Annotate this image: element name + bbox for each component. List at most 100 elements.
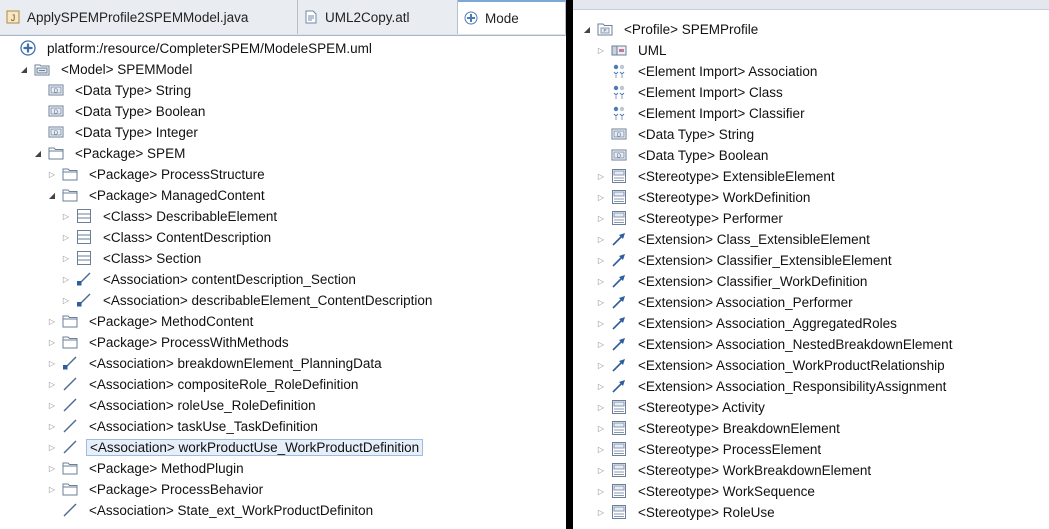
tree-row[interactable]: ◢ <Package> SPEM bbox=[32, 143, 188, 163]
tree-row[interactable]: ▷ <Class> Section bbox=[60, 248, 204, 268]
tree-row[interactable]: <Element Import> Class bbox=[595, 82, 786, 102]
tree-row[interactable]: ◢ <Package> ManagedContent bbox=[46, 185, 268, 205]
tree-row[interactable]: ▷ <Association> roleUse_RoleDefinition bbox=[46, 395, 319, 415]
collapse-arrow-icon[interactable]: ▷ bbox=[60, 290, 72, 310]
expand-arrow-icon[interactable]: ◢ bbox=[46, 185, 58, 205]
collapse-arrow-icon[interactable]: ▷ bbox=[60, 227, 72, 247]
tree-row[interactable]: ▷ <Extension> Class_ExtensibleElement bbox=[595, 229, 873, 249]
collapse-arrow-icon[interactable]: ▷ bbox=[595, 355, 607, 375]
tree-row[interactable]: platform:/resource/CompleterSPEM/ModeleS… bbox=[4, 38, 375, 58]
collapse-arrow-icon[interactable]: ▷ bbox=[595, 250, 607, 270]
collapse-arrow-icon[interactable]: ▷ bbox=[595, 208, 607, 228]
collapse-arrow-icon[interactable]: ▷ bbox=[595, 187, 607, 207]
collapse-arrow-icon[interactable]: ▷ bbox=[46, 353, 58, 373]
profile-explorer-panel: ◢ P <Profile> SPEMProfile ▷ UML <Element Impo… bbox=[573, 0, 1049, 529]
tree-row[interactable]: ▷ <Extension> Classifier_ExtensibleElemen… bbox=[595, 250, 895, 270]
collapse-arrow-icon[interactable]: ▷ bbox=[46, 416, 58, 436]
class-icon bbox=[76, 229, 92, 245]
tree-row[interactable]: ▷ <Extension> Association_NestedBreakdown… bbox=[595, 334, 955, 354]
tab-label: ApplySPEMProfile2SPEMModel.java bbox=[27, 9, 249, 25]
tree-row[interactable]: D <Data Type> String bbox=[32, 80, 194, 100]
tree-row[interactable]: ▷ <Package> ProcessBehavior bbox=[46, 479, 266, 499]
tree-row[interactable]: ▷ <Extension> Association_WorkProductRela… bbox=[595, 355, 948, 375]
collapse-arrow-icon[interactable]: ▷ bbox=[60, 248, 72, 268]
collapse-arrow-icon[interactable]: ▷ bbox=[46, 332, 58, 352]
tree-row[interactable]: ▷ <Association> contentDescription_Sectio… bbox=[60, 269, 359, 289]
expand-arrow-icon[interactable]: ◢ bbox=[581, 19, 593, 39]
collapse-arrow-icon[interactable]: ▷ bbox=[595, 376, 607, 396]
tree-row[interactable]: ◢ <Model> SPEMModel bbox=[18, 59, 195, 79]
tree-row[interactable]: ▷ <Association> taskUse_TaskDefinition bbox=[46, 416, 321, 436]
tree-row[interactable]: ▷ <Extension> Association_Performer bbox=[595, 292, 856, 312]
collapse-arrow-icon[interactable]: ▷ bbox=[595, 460, 607, 480]
expand-arrow-icon[interactable]: ◢ bbox=[18, 59, 30, 79]
tree-row[interactable]: ▷ <Stereotype> WorkSequence bbox=[595, 481, 818, 501]
tree-row[interactable]: ▷ <Association> breakdownElement_Planning… bbox=[46, 353, 385, 373]
tree-row[interactable]: ▷ <Association> workProductUse_WorkProduc… bbox=[46, 437, 424, 457]
collapse-arrow-icon[interactable]: ▷ bbox=[595, 334, 607, 354]
tree-row[interactable]: ▷ <Package> ProcessWithMethods bbox=[46, 332, 292, 352]
tree-item-label: <Package> ProcessBehavior bbox=[89, 481, 264, 497]
collapse-arrow-icon[interactable]: ▷ bbox=[595, 166, 607, 186]
tree-row[interactable]: ▷ <Stereotype> RoleUse bbox=[595, 502, 778, 522]
tree-row[interactable]: ▷ <Association> describableElement_Conten… bbox=[60, 290, 435, 310]
tree-row[interactable]: ▷ <Package> MethodContent bbox=[46, 311, 256, 331]
tree-row[interactable]: ▷ <Stereotype> WorkDefinition bbox=[595, 187, 813, 207]
collapse-arrow-icon[interactable]: ▷ bbox=[46, 164, 58, 184]
tree-row[interactable]: <Element Import> Classifier bbox=[595, 103, 808, 123]
collapse-arrow-icon[interactable]: ▷ bbox=[46, 395, 58, 415]
model-icon bbox=[34, 61, 50, 77]
package-icon bbox=[62, 460, 78, 476]
tree-item-label: <Extension> Class_ExtensibleElement bbox=[638, 231, 870, 247]
tree-item-label: <Stereotype> ProcessElement bbox=[638, 441, 822, 457]
tree-row[interactable]: ▷ <Stereotype> Performer bbox=[595, 208, 786, 228]
tree-row[interactable]: <Element Import> Association bbox=[595, 61, 820, 81]
tree-row[interactable]: ▷ <Stereotype> Activity bbox=[595, 397, 768, 417]
collapse-arrow-icon[interactable]: ▷ bbox=[60, 206, 72, 226]
collapse-arrow-icon[interactable]: ▷ bbox=[595, 502, 607, 522]
collapse-arrow-icon[interactable]: ▷ bbox=[595, 271, 607, 291]
collapse-arrow-icon[interactable]: ▷ bbox=[595, 313, 607, 333]
tree-row[interactable]: D <Data Type> Boolean bbox=[32, 101, 208, 121]
collapse-arrow-icon[interactable]: ▷ bbox=[46, 479, 58, 499]
tab-uml2copy-atl[interactable]: UML2Copy.atl bbox=[298, 0, 458, 34]
collapse-arrow-icon[interactable]: ▷ bbox=[60, 269, 72, 289]
tree-row[interactable]: ▷ <Class> DescribableElement bbox=[60, 206, 280, 226]
tree-row[interactable]: ▷ <Extension> Association_ResponsibilityA… bbox=[595, 376, 949, 396]
collapse-arrow-icon[interactable]: ▷ bbox=[595, 229, 607, 249]
tree-row[interactable]: D <Data Type> Integer bbox=[32, 122, 201, 142]
tree-row[interactable]: ▷ <Package> MethodPlugin bbox=[46, 458, 247, 478]
svg-text:J: J bbox=[11, 13, 16, 23]
tree-row[interactable]: ▷ <Extension> Association_AggregatedRoles bbox=[595, 313, 900, 333]
expand-arrow-icon[interactable]: ◢ bbox=[32, 143, 44, 163]
collapse-arrow-icon[interactable]: ▷ bbox=[46, 311, 58, 331]
element-import-icon bbox=[611, 63, 627, 79]
collapse-arrow-icon[interactable]: ▷ bbox=[46, 374, 58, 394]
collapse-arrow-icon[interactable]: ▷ bbox=[46, 437, 58, 457]
tree-row[interactable]: D <Data Type> String bbox=[595, 124, 757, 144]
collapse-arrow-icon[interactable]: ▷ bbox=[595, 481, 607, 501]
collapse-arrow-icon[interactable]: ▷ bbox=[595, 397, 607, 417]
collapse-arrow-icon[interactable]: ▷ bbox=[595, 439, 607, 459]
tree-row[interactable]: ▷ <Stereotype> ProcessElement bbox=[595, 439, 824, 459]
collapse-arrow-icon[interactable]: ▷ bbox=[46, 458, 58, 478]
tab-modele-spem[interactable]: Mode bbox=[458, 0, 566, 34]
collapse-arrow-icon[interactable]: ▷ bbox=[595, 292, 607, 312]
tree-row[interactable]: ▷ <Stereotype> WorkBreakdownElement bbox=[595, 460, 874, 480]
tree-row[interactable]: ▷ <Extension> Classifier_WorkDefinition bbox=[595, 271, 870, 291]
tree-row[interactable]: ▷ <Class> ContentDescription bbox=[60, 227, 274, 247]
class-icon bbox=[76, 250, 92, 266]
tab-apply-spem-profile-java[interactable]: J ApplySPEMProfile2SPEMModel.java bbox=[0, 0, 298, 34]
tree-item-label: <Data Type> Boolean bbox=[638, 147, 769, 163]
tree-row[interactable]: ▷ <Stereotype> BreakdownElement bbox=[595, 418, 843, 438]
svg-text:D: D bbox=[617, 153, 621, 159]
tree-row[interactable]: D <Data Type> Boolean bbox=[595, 145, 771, 165]
collapse-arrow-icon[interactable]: ▷ bbox=[595, 418, 607, 438]
tree-row[interactable]: ▷ <Association> compositeRole_RoleDefinit… bbox=[46, 374, 361, 394]
collapse-arrow-icon[interactable]: ▷ bbox=[595, 40, 607, 60]
tree-row[interactable]: ▷ UML bbox=[595, 40, 670, 60]
tree-row[interactable]: ▷ <Stereotype> ExtensibleElement bbox=[595, 166, 838, 186]
tree-row[interactable]: ◢ P <Profile> SPEMProfile bbox=[581, 19, 761, 39]
tree-row[interactable]: ▷ <Package> ProcessStructure bbox=[46, 164, 268, 184]
tree-row[interactable]: <Association> State_ext_WorkProductDefin… bbox=[46, 500, 376, 520]
